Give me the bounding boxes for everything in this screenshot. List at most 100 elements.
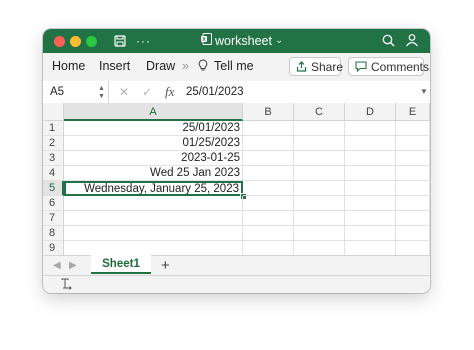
share-button[interactable]: Share — [289, 57, 344, 76]
previous-sheet-icon[interactable]: ◀ — [53, 256, 61, 276]
sheet-tab-bar: ◀ ▶ Sheet1 + — [43, 255, 430, 276]
cell-a7[interactable] — [64, 211, 243, 226]
select-all-corner[interactable] — [43, 103, 64, 121]
cell-e3[interactable] — [396, 151, 430, 166]
cell-b7[interactable] — [243, 211, 294, 226]
cell-c9[interactable] — [294, 241, 345, 256]
row-header-9[interactable]: 9 — [43, 241, 64, 256]
cell-b6[interactable] — [243, 196, 294, 211]
cell-d3[interactable] — [345, 151, 396, 166]
cell-a3[interactable]: 2023-01-25 — [64, 151, 243, 166]
cell-a5-active[interactable]: Wednesday, January 25, 2023 — [64, 181, 243, 196]
row-header-1[interactable]: 1 — [43, 121, 64, 136]
excel-file-icon: X — [201, 29, 212, 53]
title-bar: ··· X worksheet ⌄ — [43, 29, 430, 53]
insert-function-icon[interactable]: fx — [165, 81, 174, 103]
row-header-5[interactable]: 5 — [43, 181, 64, 196]
column-header-a[interactable]: A — [64, 103, 243, 121]
share-label: Share — [311, 59, 344, 74]
formula-bar: A5 ▲ ▼ ✕ ✓ fx 25/01/2023 ▼ — [43, 81, 430, 104]
next-sheet-icon[interactable]: ▶ — [69, 256, 77, 276]
maximize-window-button[interactable] — [86, 36, 97, 47]
cell-c4[interactable] — [294, 166, 345, 181]
row-header-4[interactable]: 4 — [43, 166, 64, 181]
cell-e6[interactable] — [396, 196, 430, 211]
save-icon[interactable] — [114, 29, 126, 53]
cell-d1[interactable] — [345, 121, 396, 136]
cell-e1[interactable] — [396, 121, 430, 136]
share-icon — [296, 60, 307, 74]
cancel-entry-icon[interactable]: ✕ — [119, 81, 129, 103]
sheet-tab-sheet1[interactable]: Sheet1 — [91, 255, 151, 274]
cell-a1[interactable]: 25/01/2023 — [64, 121, 243, 136]
cell-b1[interactable] — [243, 121, 294, 136]
cell-d2[interactable] — [345, 136, 396, 151]
cell-e4[interactable] — [396, 166, 430, 181]
column-header-e[interactable]: E — [396, 103, 430, 121]
tab-home[interactable]: Home — [52, 53, 85, 79]
cell-e2[interactable] — [396, 136, 430, 151]
row-header-8[interactable]: 8 — [43, 226, 64, 241]
workbook-name: worksheet — [215, 34, 272, 48]
window-title[interactable]: X worksheet ⌄ — [201, 29, 283, 53]
cell-b3[interactable] — [243, 151, 294, 166]
cell-a9[interactable] — [64, 241, 243, 256]
ribbon: Home Insert Draw » Tell me Share Comment… — [43, 53, 430, 82]
cell-e5[interactable] — [396, 181, 430, 196]
cell-b5[interactable] — [243, 181, 294, 196]
cell-d9[interactable] — [345, 241, 396, 256]
add-sheet-button[interactable]: + — [161, 256, 170, 276]
column-header-c[interactable]: C — [294, 103, 345, 121]
cell-a2[interactable]: 01/25/2023 — [64, 136, 243, 151]
cell-c7[interactable] — [294, 211, 345, 226]
comments-label: Comments — [371, 59, 430, 74]
tab-insert[interactable]: Insert — [99, 53, 130, 79]
account-icon[interactable] — [405, 29, 419, 53]
formula-input[interactable]: 25/01/2023 — [186, 81, 244, 103]
cell-mode-icon[interactable] — [61, 278, 73, 293]
more-options-icon[interactable]: ··· — [136, 29, 151, 53]
lightbulb-icon[interactable] — [198, 53, 208, 79]
column-header-b[interactable]: B — [243, 103, 294, 121]
name-box-stepper-icon[interactable]: ▲ ▼ — [98, 81, 105, 101]
comments-button[interactable]: Comments — [348, 57, 429, 76]
cell-d5[interactable] — [345, 181, 396, 196]
cell-d8[interactable] — [345, 226, 396, 241]
tell-me-search[interactable]: Tell me — [214, 53, 254, 79]
status-bar — [43, 275, 430, 293]
name-box[interactable]: A5 ▲ ▼ — [43, 81, 109, 103]
cell-c5[interactable] — [294, 181, 345, 196]
tab-draw[interactable]: Draw — [146, 53, 175, 79]
column-header-d[interactable]: D — [345, 103, 396, 121]
cell-d7[interactable] — [345, 211, 396, 226]
expand-formula-bar-icon[interactable]: ▼ — [420, 81, 428, 103]
cell-b8[interactable] — [243, 226, 294, 241]
title-chevron-icon: ⌄ — [274, 35, 284, 46]
confirm-entry-icon[interactable]: ✓ — [142, 81, 152, 103]
cell-c8[interactable] — [294, 226, 345, 241]
row-header-7[interactable]: 7 — [43, 211, 64, 226]
cell-b9[interactable] — [243, 241, 294, 256]
cell-a4[interactable]: Wed 25 Jan 2023 — [64, 166, 243, 181]
cell-a8[interactable] — [64, 226, 243, 241]
cell-c2[interactable] — [294, 136, 345, 151]
cell-e8[interactable] — [396, 226, 430, 241]
comment-icon — [355, 60, 367, 74]
close-window-button[interactable] — [54, 36, 65, 47]
row-header-3[interactable]: 3 — [43, 151, 64, 166]
cell-c6[interactable] — [294, 196, 345, 211]
cell-a6[interactable] — [64, 196, 243, 211]
cell-c3[interactable] — [294, 151, 345, 166]
row-header-6[interactable]: 6 — [43, 196, 64, 211]
cell-e9[interactable] — [396, 241, 430, 256]
cell-b2[interactable] — [243, 136, 294, 151]
cell-d6[interactable] — [345, 196, 396, 211]
minimize-window-button[interactable] — [70, 36, 81, 47]
cell-e7[interactable] — [396, 211, 430, 226]
cell-b4[interactable] — [243, 166, 294, 181]
row-header-2[interactable]: 2 — [43, 136, 64, 151]
cell-d4[interactable] — [345, 166, 396, 181]
more-tabs-icon[interactable]: » — [182, 53, 189, 79]
search-icon[interactable] — [382, 29, 395, 53]
cell-c1[interactable] — [294, 121, 345, 136]
